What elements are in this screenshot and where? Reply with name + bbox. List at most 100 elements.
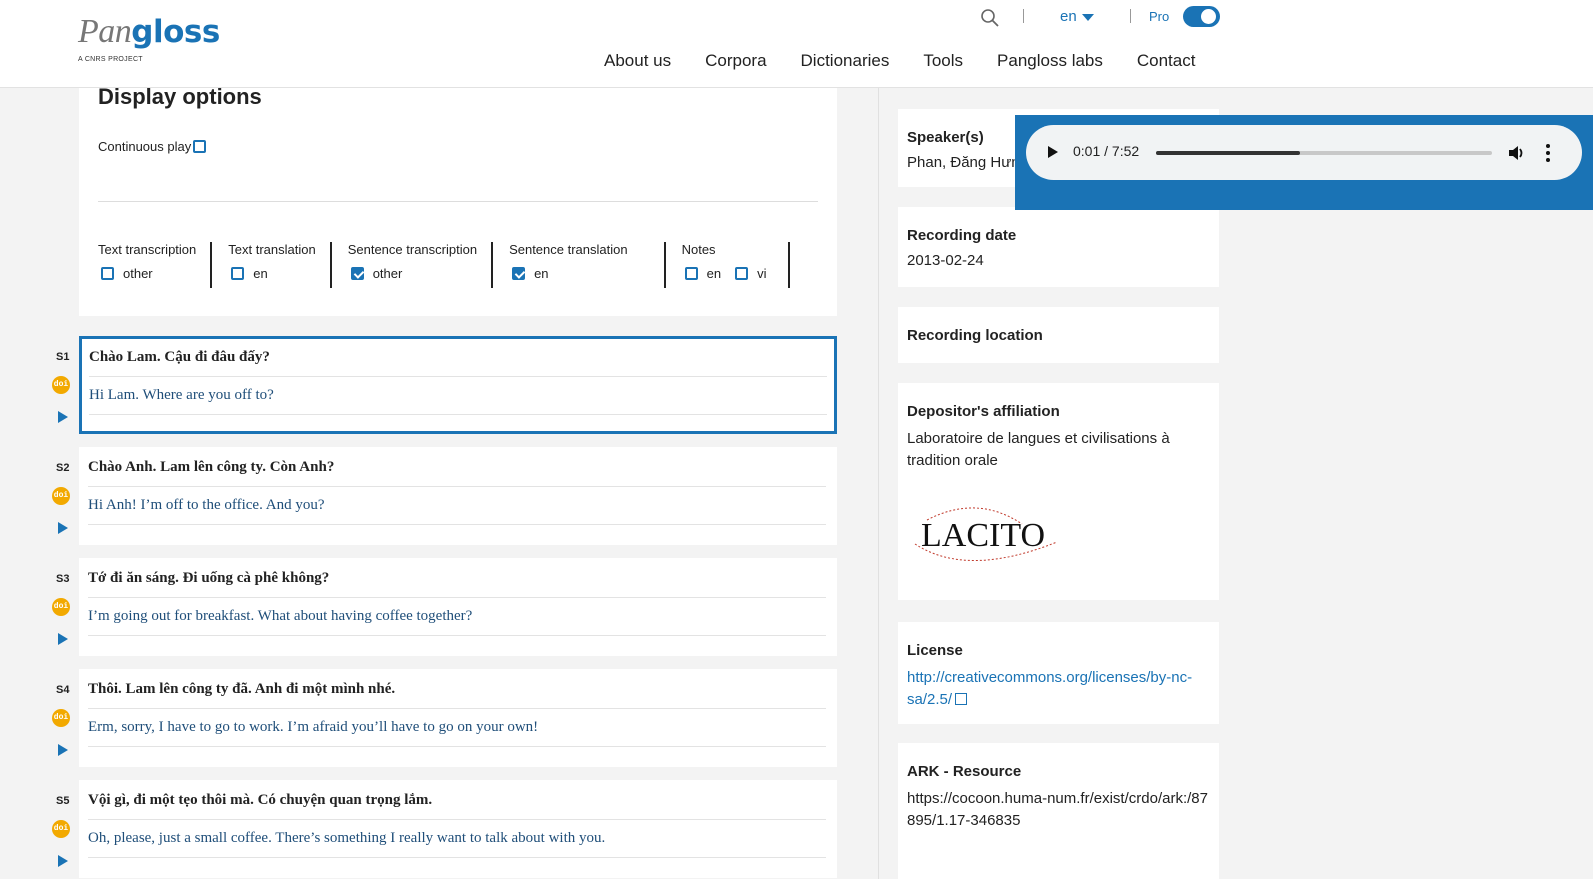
- nav-dictionaries[interactable]: Dictionaries: [801, 51, 890, 71]
- option-checkbox[interactable]: other: [101, 266, 153, 281]
- sentence-transcription: Tớ đi ăn sáng. Đi uống cà phê không?: [88, 570, 330, 586]
- external-link-icon: [955, 693, 968, 705]
- group-title: Text transcription: [98, 242, 197, 257]
- sentence-row[interactable]: S5 doi Vội gì, đi một tẹo thôi mà. Có ch…: [0, 780, 840, 878]
- sentence-id: S4: [56, 684, 70, 696]
- divider: [88, 635, 826, 636]
- more-options-icon[interactable]: [1545, 143, 1551, 163]
- ark-card: ARK - Resource https://cocoon.huma-num.f…: [898, 743, 1219, 879]
- pangloss-logo[interactable]: Pangloss A CNRS PROJECT: [78, 12, 220, 63]
- option-label: other: [123, 266, 153, 281]
- nav-corpora[interactable]: Corpora: [705, 51, 766, 71]
- recording-date-label: Recording date: [907, 227, 1017, 244]
- sentence-row[interactable]: S1 doi Chào Lam. Cậu đi đâu đấy? Hi Lam.…: [0, 336, 840, 434]
- audio-seek-bar[interactable]: [1156, 151, 1492, 155]
- volume-icon[interactable]: [1506, 143, 1526, 163]
- sentence-row[interactable]: S2 doi Chào Anh. Lam lên công ty. Còn An…: [0, 447, 840, 545]
- checkbox[interactable]: [350, 267, 364, 280]
- continuous-play-checkbox[interactable]: [193, 140, 207, 153]
- doi-icon[interactable]: doi: [52, 376, 70, 394]
- separator: [1130, 9, 1131, 23]
- divider: [88, 708, 826, 709]
- sentence-transcription: Thôi. Lam lên công ty đã. Anh đi một mìn…: [88, 681, 396, 697]
- logo-pan: Pan: [78, 13, 132, 50]
- group-sentence-translation: Sentence translation en: [509, 242, 666, 288]
- logo-gloss: gloss: [131, 14, 220, 50]
- column-divider: [878, 88, 879, 879]
- checkbox[interactable]: [231, 267, 245, 280]
- audio-player[interactable]: 0:01 / 7:52: [1026, 125, 1582, 180]
- option-checkbox[interactable]: en: [684, 266, 721, 281]
- option-label: other: [372, 266, 403, 281]
- play-icon[interactable]: [58, 744, 68, 756]
- pro-toggle[interactable]: [1183, 6, 1220, 27]
- separator: [1023, 9, 1024, 23]
- group-title: Sentence transcription: [347, 242, 478, 257]
- search-icon[interactable]: [980, 8, 1000, 28]
- affiliation-label: Depositor's affiliation: [907, 403, 1060, 420]
- sentence-translation: Hi Anh! I’m off to the office. And you?: [88, 497, 325, 513]
- sentence-box: Tớ đi ăn sáng. Đi uống cà phê không? I’m…: [79, 558, 837, 656]
- checkbox[interactable]: [101, 267, 114, 280]
- audio-progress: [1156, 151, 1301, 155]
- group-text-transcription: Text transcription other: [98, 242, 213, 288]
- doi-icon[interactable]: doi: [52, 598, 70, 616]
- recording-location-label: Recording location: [907, 327, 1043, 344]
- divider: [89, 414, 827, 415]
- doi-icon[interactable]: doi: [52, 487, 70, 505]
- sentence-transcription: Chào Lam. Cậu đi đâu đấy?: [89, 349, 270, 365]
- doi-icon[interactable]: doi: [52, 820, 70, 838]
- nav-tools[interactable]: Tools: [923, 51, 963, 71]
- play-icon[interactable]: [58, 411, 68, 423]
- license-link[interactable]: http://creativecommons.org/licenses/by-n…: [907, 667, 1210, 711]
- play-icon[interactable]: [58, 633, 68, 645]
- language-selector[interactable]: en: [1060, 8, 1094, 25]
- play-icon[interactable]: [58, 522, 68, 534]
- sentence-id: S5: [56, 795, 70, 807]
- checkbox[interactable]: [735, 267, 749, 280]
- sentence-translation: Oh, please, just a small coffee. There’s…: [88, 830, 606, 846]
- site-header: Pangloss A CNRS PROJECT en Pro About us …: [0, 0, 1593, 88]
- license-label: License: [907, 642, 963, 659]
- play-icon[interactable]: [1048, 146, 1058, 158]
- group-sentence-transcription: Sentence transcription other: [347, 242, 494, 288]
- play-icon[interactable]: [58, 855, 68, 867]
- language-value: en: [1060, 8, 1077, 25]
- option-checkbox[interactable]: vi: [735, 266, 766, 281]
- nav-about-us[interactable]: About us: [604, 51, 671, 71]
- nav-contact[interactable]: Contact: [1137, 51, 1196, 71]
- option-checkbox[interactable]: other: [350, 266, 403, 281]
- chevron-down-icon: [1081, 13, 1094, 21]
- sentence-translation: Erm, sorry, I have to go to work. I’m af…: [88, 719, 539, 735]
- sentence-transcription: Chào Anh. Lam lên công ty. Còn Anh?: [88, 459, 335, 475]
- logo-wordmark: Pangloss: [78, 12, 220, 52]
- continuous-play[interactable]: Continuous play: [98, 139, 207, 154]
- license-url[interactable]: http://creativecommons.org/licenses/by-n…: [907, 669, 1192, 708]
- sentence-id: S2: [56, 462, 70, 474]
- divider: [89, 376, 827, 377]
- sentence-translation: I’m going out for breakfast. What about …: [88, 608, 473, 624]
- doi-icon[interactable]: doi: [52, 709, 70, 727]
- nav-pangloss-labs[interactable]: Pangloss labs: [997, 51, 1103, 71]
- sentence-id: S3: [56, 573, 70, 585]
- checkbox[interactable]: [684, 267, 698, 280]
- logo-subtitle: A CNRS PROJECT: [78, 56, 143, 63]
- affiliation-card: Depositor's affiliation Laboratoire de l…: [898, 383, 1219, 600]
- group-title: Sentence translation: [509, 242, 628, 257]
- sentence-row[interactable]: S4 doi Thôi. Lam lên công ty đã. Anh đi …: [0, 669, 840, 767]
- audio-player-container: 0:01 / 7:52: [1015, 115, 1593, 210]
- sentence-row[interactable]: S3 doi Tớ đi ăn sáng. Đi uống cà phê khô…: [0, 558, 840, 656]
- display-option-groups: Text transcription other Text translatio…: [98, 242, 806, 288]
- sentence-box: Chào Lam. Cậu đi đâu đấy? Hi Lam. Where …: [79, 336, 837, 434]
- checkbox[interactable]: [512, 267, 526, 280]
- ark-label: ARK - Resource: [907, 763, 1022, 780]
- sentence-box: Chào Anh. Lam lên công ty. Còn Anh? Hi A…: [79, 447, 837, 545]
- sentence-box: Thôi. Lam lên công ty đã. Anh đi một mìn…: [79, 669, 837, 767]
- divider: [88, 486, 826, 487]
- option-checkbox[interactable]: en: [512, 266, 549, 281]
- option-checkbox[interactable]: en: [231, 266, 268, 281]
- sentence-transcription: Vội gì, đi một tẹo thôi mà. Có chuyện qu…: [88, 792, 433, 808]
- group-notes: Notes en vi: [682, 242, 791, 288]
- divider: [88, 524, 826, 525]
- pro-label: Pro: [1149, 9, 1170, 24]
